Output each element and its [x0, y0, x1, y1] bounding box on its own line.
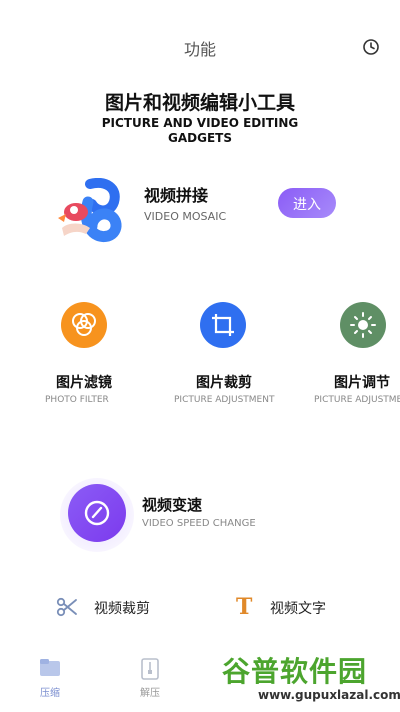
video-speed-subtitle: VIDEO SPEED CHANGE — [142, 518, 256, 529]
enter-button[interactable]: 进入 — [278, 188, 336, 218]
scissors-icon — [56, 597, 77, 617]
zip-icon — [141, 658, 159, 680]
tool-title: 图片裁剪 — [196, 375, 252, 391]
speedometer-icon[interactable] — [68, 484, 126, 542]
video-speed-title[interactable]: 视频变速 — [142, 494, 202, 515]
small-tool-label: 视频裁剪 — [94, 601, 150, 617]
folder-icon — [40, 659, 60, 676]
hero-subtitle-line1: PICTURE AND VIDEO EDITING — [101, 116, 299, 130]
watermark-logo: 谷普软件园 — [222, 655, 368, 688]
filter-icon — [61, 302, 107, 348]
small-tool-label: 视频文字 — [270, 601, 326, 617]
tab-label: 压缩 — [40, 688, 60, 699]
video-mosaic-subtitle: VIDEO MOSAIC — [144, 210, 227, 223]
tab-label: 解压 — [140, 688, 160, 699]
tab-decompress[interactable]: 解压 — [130, 658, 170, 702]
tool-picture-adjust[interactable]: 图片调节 PICTURE ADJUSTMENT — [312, 300, 400, 410]
tool-subtitle: PICTURE ADJUSTMENT — [314, 395, 400, 405]
hero-subtitle: PICTURE AND VIDEO EDITING GADGETS — [60, 116, 340, 146]
small-tool-video-text[interactable]: T 视频文字 — [236, 594, 356, 622]
small-tool-video-crop[interactable]: 视频裁剪 — [56, 594, 176, 622]
tool-title: 图片滤镜 — [56, 375, 112, 391]
video-mosaic-title: 视频拼接 — [144, 186, 209, 205]
page-title: 功能 — [183, 40, 216, 59]
tool-picture-crop[interactable]: 图片裁剪 PICTURE ADJUSTMENT — [170, 300, 280, 410]
sun-icon — [340, 302, 386, 348]
clock-icon[interactable] — [362, 38, 380, 56]
tool-photo-filter[interactable]: 图片滤镜 PHOTO FILTER — [40, 300, 130, 410]
rocket-illustration-icon — [58, 178, 122, 242]
hero-subtitle-line2: GADGETS — [168, 131, 232, 145]
watermark-url: www.gupuxlazal.com — [258, 688, 400, 702]
tool-subtitle: PHOTO FILTER — [45, 395, 109, 405]
text-icon: T — [236, 594, 253, 620]
hero-title: 图片和视频编辑小工具 — [104, 92, 295, 114]
tool-title: 图片调节 — [334, 375, 390, 391]
tool-subtitle: PICTURE ADJUSTMENT — [174, 395, 275, 405]
tab-compress[interactable]: 压缩 — [30, 658, 70, 702]
crop-icon — [200, 302, 246, 348]
